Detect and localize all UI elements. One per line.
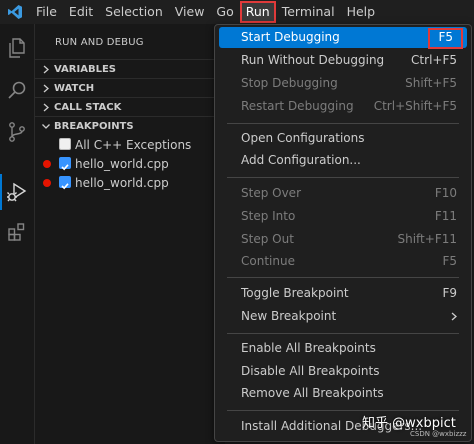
chevron-right-icon — [451, 312, 457, 321]
breakpoint-checkbox[interactable] — [59, 157, 71, 171]
menu-continue[interactable]: Continue F5 — [219, 251, 467, 272]
run-debug-sidebar: RUN AND DEBUG VARIABLES WATCH CALL STACK… — [35, 24, 225, 444]
menu-run-without-debugging[interactable]: Run Without Debugging Ctrl+F5 — [219, 50, 467, 71]
breakpoint-dot-icon — [43, 160, 51, 168]
menu-open-configurations[interactable]: Open Configurations — [219, 128, 467, 149]
section-label: CALL STACK — [54, 102, 122, 113]
menu-file[interactable]: File — [30, 1, 63, 23]
menu-item-label: Restart Debugging — [241, 99, 354, 113]
menu-add-configuration[interactable]: Add Configuration... — [219, 150, 467, 171]
breakpoint-checkbox[interactable] — [59, 176, 71, 190]
menu-item-label: Disable All Breakpoints — [241, 364, 380, 378]
activity-bar — [0, 24, 35, 444]
menu-run[interactable]: Run — [239, 1, 276, 23]
menu-item-label: Step Over — [241, 186, 301, 200]
menu-enable-all-breakpoints[interactable]: Enable All Breakpoints — [219, 338, 467, 359]
check-icon — [61, 164, 69, 171]
menu-item-shortcut: F11 — [434, 209, 457, 223]
sidebar-title: RUN AND DEBUG — [55, 37, 144, 48]
menu-separator — [227, 410, 459, 411]
menu-terminal[interactable]: Terminal — [276, 1, 341, 23]
chevron-down-icon — [42, 124, 50, 129]
menu-separator — [227, 123, 459, 124]
menu-item-label: Run Without Debugging — [241, 53, 385, 67]
extensions-icon[interactable] — [5, 220, 29, 244]
menu-bar: File Edit Selection View Go Run Terminal… — [0, 0, 474, 24]
menu-item-shortcut: Ctrl+F5 — [411, 53, 457, 67]
menu-restart-debugging[interactable]: Restart Debugging Ctrl+Shift+F5 — [219, 96, 467, 117]
menu-item-label: Start Debugging — [241, 30, 340, 44]
section-label: WATCH — [54, 83, 95, 94]
menu-new-breakpoint[interactable]: New Breakpoint — [219, 306, 467, 327]
section-watch[interactable]: WATCH — [35, 78, 225, 98]
menu-help[interactable]: Help — [341, 1, 382, 23]
menu-separator — [227, 333, 459, 334]
menu-view[interactable]: View — [169, 1, 211, 23]
menu-item-shortcut: F10 — [434, 186, 457, 200]
watermark-small-text: CSDN @wxbizzz — [410, 430, 467, 438]
breakpoint-row[interactable]: hello_world.cpp — [35, 154, 225, 174]
breakpoint-row-exceptions[interactable]: All C++ Exceptions — [35, 135, 225, 155]
section-variables[interactable]: VARIABLES — [35, 59, 225, 79]
menu-item-shortcut: F5 — [428, 28, 463, 49]
menu-item-label: Step Out — [241, 232, 294, 246]
menu-step-out[interactable]: Step Out Shift+F11 — [219, 229, 467, 250]
chevron-right-icon — [43, 65, 49, 74]
active-view-indicator — [0, 174, 2, 210]
menu-item-shortcut: F5 — [442, 254, 457, 268]
menu-item-label: Enable All Breakpoints — [241, 341, 376, 355]
menu-item-label: Open Configurations — [241, 131, 365, 145]
section-breakpoints[interactable]: BREAKPOINTS — [35, 116, 225, 136]
menu-start-debugging[interactable]: Start Debugging F5 — [219, 27, 467, 49]
menu-disable-all-breakpoints[interactable]: Disable All Breakpoints — [219, 361, 467, 382]
menu-remove-all-breakpoints[interactable]: Remove All Breakpoints — [219, 383, 467, 404]
menu-separator — [227, 277, 459, 278]
menu-item-shortcut: Ctrl+Shift+F5 — [373, 99, 457, 113]
menu-stop-debugging[interactable]: Stop Debugging Shift+F5 — [219, 73, 467, 94]
breakpoint-label: hello_world.cpp — [75, 176, 169, 190]
chevron-right-icon — [43, 103, 49, 112]
menu-item-shortcut: Shift+F11 — [397, 232, 457, 246]
menu-item-shortcut: Shift+F5 — [405, 76, 457, 90]
menu-item-label: Stop Debugging — [241, 76, 338, 90]
menu-edit[interactable]: Edit — [63, 1, 99, 23]
menu-item-label: Remove All Breakpoints — [241, 386, 384, 400]
menu-selection[interactable]: Selection — [99, 1, 169, 23]
chevron-right-icon — [43, 84, 49, 93]
menu-toggle-breakpoint[interactable]: Toggle Breakpoint F9 — [219, 283, 467, 304]
watermark-text: 知乎 @wxbpict — [362, 416, 456, 431]
breakpoint-label: hello_world.cpp — [75, 157, 169, 171]
menu-step-into[interactable]: Step Into F11 — [219, 206, 467, 227]
source-control-icon[interactable] — [5, 120, 29, 144]
menu-item-label: New Breakpoint — [241, 309, 337, 323]
menu-item-label: Step Into — [241, 209, 296, 223]
section-call-stack[interactable]: CALL STACK — [35, 97, 225, 117]
check-icon — [61, 183, 69, 190]
breakpoint-checkbox[interactable] — [59, 138, 71, 150]
menu-item-label: Continue — [241, 254, 295, 268]
breakpoint-dot-icon — [43, 179, 51, 187]
section-label: VARIABLES — [54, 64, 116, 75]
vscode-logo-icon — [0, 0, 30, 24]
breakpoint-label: All C++ Exceptions — [75, 138, 192, 152]
section-label: BREAKPOINTS — [54, 121, 134, 132]
explorer-icon[interactable] — [5, 36, 29, 60]
menu-step-over[interactable]: Step Over F10 — [219, 183, 467, 204]
run-menu-dropdown: Start Debugging F5 Run Without Debugging… — [214, 24, 472, 442]
menu-go[interactable]: Go — [210, 1, 239, 23]
menu-item-label: Toggle Breakpoint — [241, 286, 349, 300]
menu-item-label: Add Configuration... — [241, 153, 361, 167]
search-icon[interactable] — [5, 78, 29, 102]
menu-separator — [227, 177, 459, 178]
menu-item-shortcut: F9 — [442, 286, 457, 300]
run-debug-icon[interactable] — [5, 180, 29, 204]
breakpoint-row[interactable]: hello_world.cpp — [35, 173, 225, 193]
